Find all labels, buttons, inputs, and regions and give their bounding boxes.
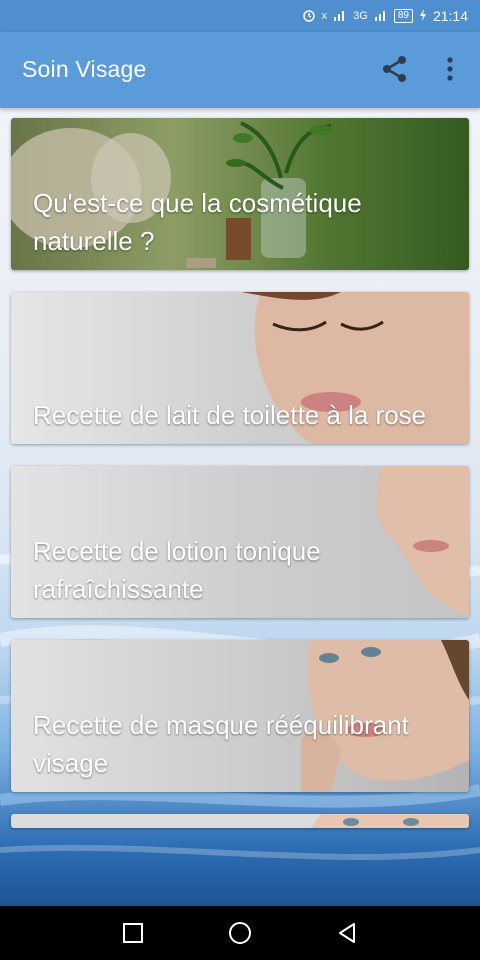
back-button[interactable] <box>335 921 359 945</box>
share-button[interactable] <box>380 54 410 84</box>
signal-1-label: x <box>321 10 328 22</box>
card-title: Recette de masque rééquilibrant visage <box>33 710 409 778</box>
more-options-button[interactable] <box>438 54 462 84</box>
home-button[interactable] <box>228 921 252 945</box>
alarm-icon <box>302 8 316 25</box>
triangle-back-icon <box>339 923 355 943</box>
clock: 21:14 <box>432 8 468 24</box>
article-card-partial[interactable] <box>11 814 469 828</box>
circle-icon <box>229 922 251 944</box>
card-title: Recette de lait de toilette à la rose <box>33 400 427 430</box>
battery-indicator: 89 <box>393 9 413 23</box>
signal-icon <box>333 8 347 24</box>
square-icon <box>123 923 143 943</box>
app-title: Soin Visage <box>22 56 147 82</box>
card-image-partial <box>11 814 469 828</box>
charging-icon <box>419 8 427 24</box>
card-title: Qu'est-ce que la cosmétique naturelle ? <box>33 188 362 256</box>
article-card[interactable]: Recette de lait de toilette à la rose <box>11 292 469 444</box>
article-card[interactable]: Recette de masque rééquilibrant visage <box>11 640 469 792</box>
article-card[interactable]: Qu'est-ce que la cosmétique naturelle ? <box>11 118 469 270</box>
recents-button[interactable] <box>121 921 145 945</box>
network-type-label: 3G <box>353 10 368 22</box>
app-bar: Soin Visage <box>0 32 480 108</box>
system-nav-bar <box>0 906 480 960</box>
signal-icon-2 <box>374 8 388 24</box>
share-icon <box>383 56 406 82</box>
article-card[interactable]: Recette de lotion tonique rafraîchissant… <box>11 466 469 618</box>
card-title: Recette de lotion tonique rafraîchissant… <box>33 536 321 604</box>
more-vert-icon <box>447 57 453 81</box>
status-bar: x 3G 89 21:14 <box>0 0 480 32</box>
